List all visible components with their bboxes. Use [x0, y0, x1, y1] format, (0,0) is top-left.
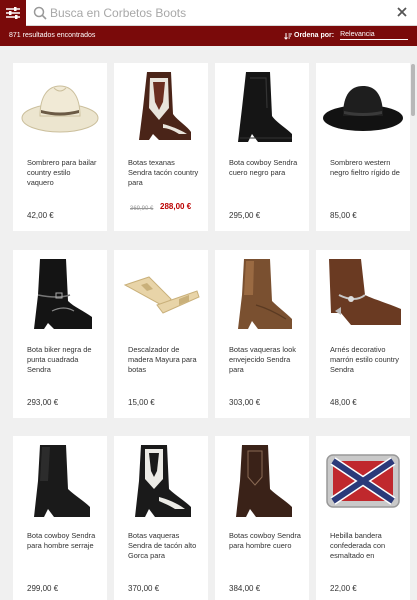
product-card[interactable]: Botas vaqueras look envejecido Sendra pa…	[215, 250, 309, 418]
product-name: Bota biker negra de punta cuadrada Sendr…	[27, 345, 92, 374]
boot-brown-icon	[238, 259, 292, 329]
product-card[interactable]: Bota cowboy Sendra para hombre serraje 2…	[13, 436, 107, 600]
product-name: Botas vaqueras Sendra de tacón alto Gorc…	[128, 531, 197, 560]
product-image	[321, 441, 405, 521]
boot-black-white-icon	[135, 445, 191, 517]
product-name: Sombrero para bailar country estilo vaqu…	[27, 158, 97, 187]
search-input[interactable]	[50, 3, 380, 23]
sliders-icon	[6, 7, 20, 19]
product-card[interactable]: Descalzador de madera Mayura para botas …	[114, 250, 208, 418]
search-bar	[0, 0, 417, 26]
product-price: 48,00 €	[330, 398, 357, 407]
product-grid: Sombrero para bailar country estilo vaqu…	[0, 46, 417, 600]
boot-black-icon	[238, 72, 292, 142]
filter-menu-button[interactable]	[0, 0, 26, 26]
product-name: Botas cowboy Sendra para hombre cuero	[229, 531, 301, 550]
close-icon[interactable]	[396, 6, 408, 18]
product-sale-price: 288,00 €	[160, 202, 192, 211]
product-image	[119, 68, 203, 148]
product-name: Botas vaqueras look envejecido Sendra pa…	[229, 345, 296, 374]
product-price: 303,00 €	[229, 398, 261, 407]
product-card[interactable]: Sombrero para bailar country estilo vaqu…	[13, 63, 107, 231]
black-hat-icon	[323, 86, 403, 131]
product-card[interactable]: Botas vaqueras Sendra de tacón alto Gorc…	[114, 436, 208, 600]
straw-hat-icon	[21, 85, 99, 133]
product-name: Descalzador de madera Mayura para botas	[128, 345, 197, 374]
product-price: 293,00 €	[27, 398, 59, 407]
product-price: 384,00 €	[229, 584, 261, 593]
sort-control: Ordena por: Relevancia	[284, 31, 409, 40]
product-card[interactable]: Botas cowboy Sendra para hombre cuero 38…	[215, 436, 309, 600]
sort-icon	[284, 32, 292, 40]
boot-brown-white-icon	[139, 72, 191, 140]
sort-select[interactable]: Relevancia	[340, 31, 409, 40]
product-name: Bota cowboy Sendra cuero negro para	[229, 158, 298, 177]
product-card[interactable]: Arnés decorativo marrón estilo country S…	[316, 250, 410, 418]
product-card[interactable]: Hebilla bandera confederada con esmaltad…	[316, 436, 410, 600]
product-image	[18, 255, 102, 335]
product-image	[321, 68, 405, 148]
product-name: Botas texanas Sendra tacón country para	[128, 158, 199, 187]
buckle-flag-icon	[326, 454, 400, 508]
product-card[interactable]: Bota cowboy Sendra cuero negro para 295,…	[215, 63, 309, 231]
product-image	[321, 255, 405, 335]
results-bar: 871 resultados encontrados Ordena por: R…	[0, 26, 417, 46]
boot-harness-icon	[329, 259, 401, 325]
product-name: Hebilla bandera confederada con esmaltad…	[330, 531, 386, 560]
product-name: Arnés decorativo marrón estilo country S…	[330, 345, 400, 374]
product-image	[119, 441, 203, 521]
boot-jack-icon	[123, 276, 200, 314]
product-price: 295,00 €	[229, 211, 261, 220]
scrollbar-thumb[interactable]	[411, 64, 415, 116]
product-price: 370,00 €	[128, 584, 160, 593]
boot-brown-dark-icon	[236, 445, 292, 517]
product-image	[18, 68, 102, 148]
product-price: 85,00 €	[330, 211, 357, 220]
product-image	[119, 255, 203, 335]
product-name: Bota cowboy Sendra para hombre serraje	[27, 531, 96, 550]
product-price: 15,00 €	[128, 398, 155, 407]
boot-black-suede-icon	[34, 445, 90, 517]
product-price: 299,00 €	[27, 584, 59, 593]
product-old-price: 369,90 €	[130, 206, 154, 212]
product-card[interactable]: Bota biker negra de punta cuadrada Sendr…	[13, 250, 107, 418]
product-image	[220, 441, 304, 521]
biker-boot-icon	[34, 259, 92, 329]
product-card[interactable]: Sombrero western negro fieltro rígido de…	[316, 63, 410, 231]
product-image	[18, 441, 102, 521]
sort-label: Ordena por:	[294, 32, 335, 39]
product-image	[220, 255, 304, 335]
search-icon	[33, 6, 47, 20]
product-name: Sombrero western negro fieltro rígido de	[330, 158, 400, 177]
product-image	[220, 68, 304, 148]
product-price: 42,00 €	[27, 211, 54, 220]
product-price: 22,00 €	[330, 584, 357, 593]
product-card[interactable]: Botas texanas Sendra tacón country para …	[114, 63, 208, 231]
results-count: 871 resultados encontrados	[9, 32, 96, 39]
